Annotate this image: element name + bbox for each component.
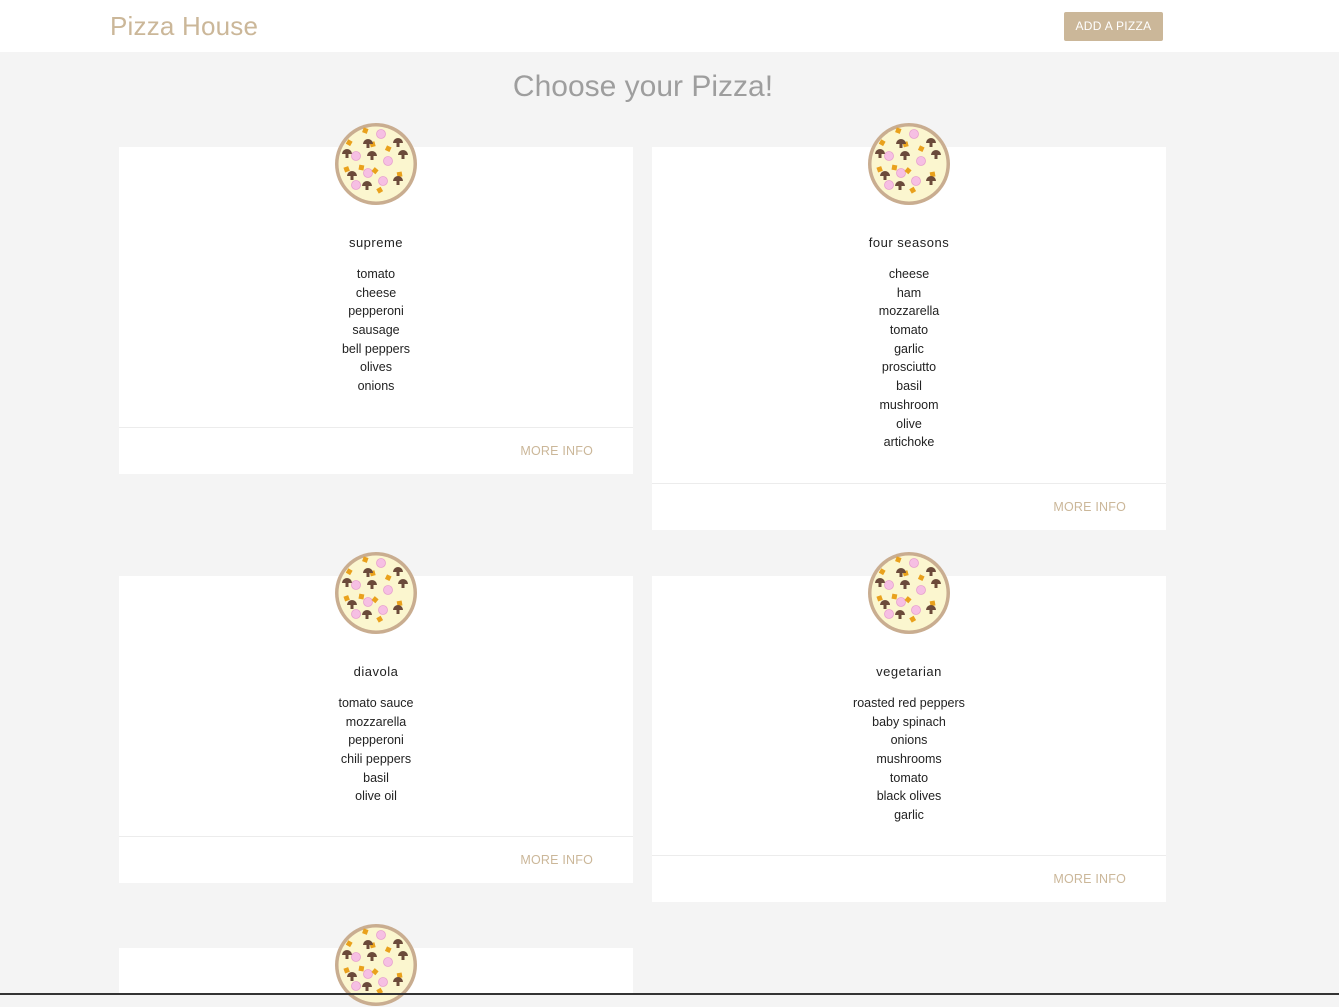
ingredient-item: olive oil (355, 789, 397, 804)
ingredient-item: prosciutto (881, 360, 937, 375)
pizza-card-four-seasons: four seasons cheese ham mozzarella tomat… (652, 123, 1166, 530)
pizza-name: four seasons (868, 235, 950, 250)
ingredient-list: roasted red peppers baby spinach onions … (652, 694, 1166, 825)
ingredient-list: cheese ham mozzarella tomato garlic pros… (652, 265, 1166, 452)
card-action-bar: MORE INFO (652, 483, 1166, 530)
pizza-name: diavola (353, 664, 399, 679)
ingredient-item: onions (890, 733, 928, 748)
pizza-card-diavola: diavola tomato sauce mozzarella pepperon… (119, 552, 633, 883)
ingredient-item: mushroom (879, 397, 939, 412)
ingredient-item: tomato sauce (338, 696, 414, 710)
ingredient-item: tomato (889, 770, 929, 785)
pizza-icon (335, 552, 417, 634)
pizza-card-vegetarian: vegetarian roasted red peppers baby spin… (652, 552, 1166, 902)
pizza-icon (335, 123, 417, 205)
ingredient-item: mushrooms (876, 752, 942, 767)
ingredient-item: basil (896, 379, 922, 394)
ingredient-item: cheese (888, 267, 930, 281)
ingredient-item: baby spinach (872, 714, 946, 729)
ingredient-item: pepperoni (348, 304, 404, 319)
card-action-bar: MORE INFO (652, 855, 1166, 902)
ingredient-item: olives (360, 360, 392, 375)
ingredient-item: garlic (894, 808, 924, 823)
pizza-card-partial (119, 924, 633, 1006)
pizza-icon (868, 552, 950, 634)
ingredient-item: olive (896, 416, 922, 431)
page-title: Choose your Pizza! (512, 70, 774, 103)
ingredient-item: artichoke (883, 435, 935, 450)
card-action-bar: MORE INFO (119, 427, 633, 474)
pizza-icon (868, 123, 950, 205)
more-info-link[interactable]: MORE INFO (520, 444, 593, 458)
ingredient-item: ham (896, 285, 922, 300)
ingredient-item: mozzarella (345, 714, 407, 729)
ingredient-item: roasted red peppers (853, 696, 965, 710)
ingredient-item: bell peppers (341, 341, 411, 356)
card-action-bar: MORE INFO (119, 836, 633, 883)
pizza-name: supreme (348, 235, 404, 250)
ingredient-item: chili peppers (340, 752, 412, 767)
ingredient-item: tomato (889, 323, 929, 338)
brand-logo-link[interactable]: Pizza House (110, 11, 258, 42)
ingredient-item: cheese (355, 285, 397, 300)
ingredient-item: basil (363, 770, 389, 785)
ingredient-item: mozzarella (878, 304, 940, 319)
ingredient-item: onions (357, 379, 395, 394)
ingredient-item: garlic (894, 341, 924, 356)
ingredient-item: sausage (352, 323, 400, 338)
more-info-link[interactable]: MORE INFO (520, 853, 593, 867)
ingredient-list: tomato cheese pepperoni sausage bell pep… (119, 265, 633, 396)
add-pizza-button[interactable]: ADD A PIZZA (1064, 12, 1163, 41)
ingredient-item: black olives (876, 789, 942, 804)
top-navbar: Pizza House ADD A PIZZA (0, 0, 1339, 52)
more-info-link[interactable]: MORE INFO (1053, 500, 1126, 514)
ingredient-list: tomato sauce mozzarella pepperoni chili … (119, 694, 633, 806)
ingredient-item: pepperoni (348, 733, 404, 748)
pizza-name: vegetarian (876, 664, 942, 679)
more-info-link[interactable]: MORE INFO (1053, 872, 1126, 886)
ingredient-item: tomato (356, 267, 396, 281)
pizza-card-supreme: supreme tomato cheese pepperoni sausage … (119, 123, 633, 474)
